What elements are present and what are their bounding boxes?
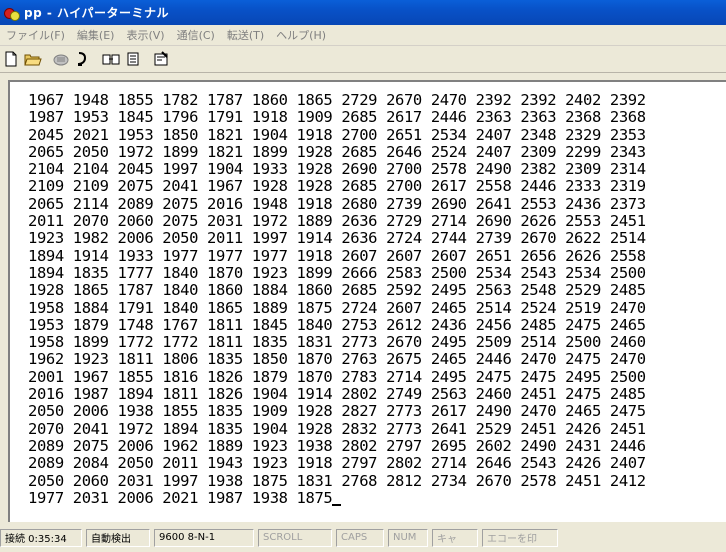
terminal-line: 2050 2060 2031 1997 1938 1875 1831 2768 … (28, 471, 646, 490)
status-num: NUM (388, 528, 428, 547)
terminal-line: 1962 1923 1811 1806 1835 1850 1870 2763 … (28, 350, 646, 369)
terminal-line: 2070 2041 1972 1894 1835 1904 1928 2832 … (28, 419, 646, 438)
menu-call[interactable]: 通信(C) (171, 27, 221, 43)
terminal-line: 2104 2104 2045 1997 1904 1933 1928 2690 … (28, 160, 646, 179)
title-bar[interactable]: pp - ハイパーターミナル (0, 0, 726, 25)
terminal-line: 2089 2084 2050 2011 1943 1923 1918 2797 … (28, 454, 646, 473)
terminal-line: 1967 1948 1855 1782 1787 1860 1865 2729 … (28, 91, 646, 109)
status-bar: 接続 0:35:34 自動検出 9600 8-N-1 SCROLL CAPS N… (0, 523, 726, 552)
terminal-line: 1928 1865 1787 1840 1860 1884 1860 2685 … (28, 281, 646, 300)
terminal-line: 1958 1884 1791 1840 1865 1889 1875 2724 … (28, 298, 646, 317)
menu-help[interactable]: ヘルプ(H) (270, 27, 332, 43)
terminal-line: 2011 2070 2060 2075 2031 1972 1889 2636 … (28, 212, 646, 231)
terminal-line: 1977 2031 2006 2021 1987 1938 1875 (28, 488, 333, 507)
terminal-line: 2045 2021 1953 1850 1821 1904 1918 2700 … (28, 125, 646, 144)
status-scroll: SCROLL (258, 528, 332, 547)
terminal-line: 2089 2075 2006 1962 1889 1923 1938 2802 … (28, 436, 646, 455)
phone-connect-icon[interactable] (50, 48, 72, 70)
properties-icon[interactable] (150, 48, 172, 70)
open-folder-icon[interactable] (22, 48, 44, 70)
menu-edit[interactable]: 編集(E) (71, 27, 121, 43)
status-auto-detect: 自動検出 (86, 528, 150, 547)
send-icon[interactable] (100, 48, 122, 70)
terminal-line: 2065 2114 2089 2075 2016 1948 1918 2680 … (28, 194, 646, 213)
status-caps: CAPS (336, 528, 384, 547)
hyperterminal-app-icon[interactable] (4, 5, 20, 21)
terminal-line: 1923 1982 2006 2050 2011 1997 1914 2636 … (28, 229, 646, 248)
terminal-line: 2001 1967 1855 1816 1826 1879 1870 2783 … (28, 367, 646, 386)
terminal-output: 1967 1948 1855 1782 1787 1860 1865 2729 … (28, 91, 646, 507)
terminal-line: 2109 2109 2075 2041 1967 1928 1928 2685 … (28, 177, 646, 196)
status-connection-time: 接続 0:35:34 (0, 528, 82, 547)
menu-file[interactable]: ファイル(F) (0, 27, 71, 43)
receive-icon[interactable] (122, 48, 144, 70)
disconnect-icon[interactable] (72, 48, 94, 70)
terminal-screen[interactable]: 1967 1948 1855 1782 1787 1860 1865 2729 … (8, 80, 726, 522)
terminal-line: 1953 1879 1748 1767 1811 1845 1840 2753 … (28, 315, 646, 334)
status-capture: キャ (432, 528, 478, 547)
menu-transfer[interactable]: 転送(T) (221, 27, 270, 43)
status-port-settings: 9600 8-N-1 (154, 528, 254, 547)
terminal-line: 1958 1899 1772 1772 1811 1835 1831 2773 … (28, 333, 646, 352)
toolbar (0, 46, 726, 73)
terminal-line: 1987 1953 1845 1796 1791 1918 1909 2685 … (28, 108, 646, 127)
terminal-line: 1894 1835 1777 1840 1870 1923 1899 2666 … (28, 263, 646, 282)
menu-view[interactable]: 表示(V) (120, 27, 170, 43)
terminal-line: 2050 2006 1938 1855 1835 1909 1928 2827 … (28, 402, 646, 421)
menu-bar: ファイル(F) 編集(E) 表示(V) 通信(C) 転送(T) ヘルプ(H) (0, 25, 726, 46)
terminal-line: 1894 1914 1933 1977 1977 1977 1918 2607 … (28, 246, 646, 265)
status-echo-print: エコーを印 (482, 528, 558, 547)
text-cursor (332, 503, 342, 506)
terminal-line: 2065 2050 1972 1899 1821 1899 1928 2685 … (28, 142, 646, 161)
window-title: pp - ハイパーターミナル (24, 6, 170, 20)
new-file-icon[interactable] (0, 48, 22, 70)
terminal-line: 2016 1987 1894 1811 1826 1904 1914 2802 … (28, 385, 646, 404)
